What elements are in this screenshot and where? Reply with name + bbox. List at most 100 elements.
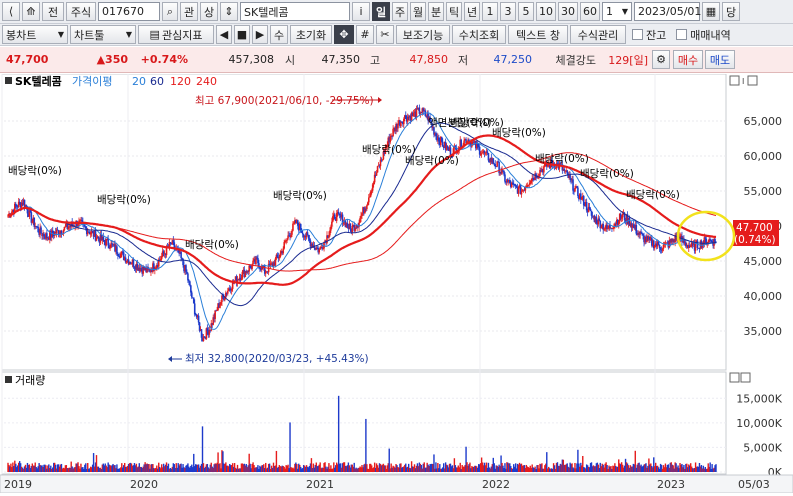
pane-log-toggle-icon[interactable]: I [742, 77, 744, 86]
fetch-button[interactable]: 당 [722, 2, 740, 21]
legend-ma120: 120 [170, 75, 191, 88]
balance-checkbox-box[interactable] [632, 29, 643, 40]
candle-body [520, 191, 523, 195]
candle-body [515, 186, 518, 188]
spin-arrows-icon[interactable]: ⇕ [220, 2, 238, 21]
market-select[interactable]: 주식 [66, 2, 96, 21]
volume-pane-close-icon[interactable] [740, 372, 751, 383]
interest-indicator-button[interactable]: ▤ 관심지표 [138, 25, 214, 44]
candle-body [479, 154, 482, 156]
candle-body [513, 184, 516, 186]
candle-body [95, 237, 98, 241]
info-button[interactable]: i [352, 2, 370, 21]
stock-name-input[interactable]: SK텔레콤 [240, 2, 350, 21]
candle-body [528, 183, 531, 186]
high-value: 47,850 [409, 53, 449, 66]
interval-1[interactable]: 1 [482, 2, 498, 21]
candle-body [415, 108, 418, 118]
period-tab-year[interactable]: 년 [464, 2, 480, 21]
aux-function-button[interactable]: 보조기능 [396, 25, 450, 44]
candle-body [503, 170, 505, 175]
history-checkbox-box[interactable] [676, 29, 688, 40]
legend-square-icon [5, 77, 12, 84]
candle-body [582, 196, 585, 206]
candle-body [381, 159, 384, 161]
candle-body [609, 225, 611, 229]
candle-chart-button[interactable]: 봉차트 ▼ [2, 25, 68, 44]
candle-body [14, 203, 17, 206]
candle-body [187, 273, 189, 281]
interval-10[interactable]: 10 [536, 2, 556, 21]
stop-icon[interactable]: ■ [234, 25, 250, 44]
volume-bar [289, 422, 291, 472]
buy-button[interactable]: 매수 [673, 50, 703, 69]
calendar-icon[interactable]: ▦ [702, 2, 720, 21]
candle-body [361, 213, 363, 216]
candle-body [17, 201, 20, 208]
open-value: 47,350 [321, 53, 361, 66]
sell-button[interactable]: 매도 [705, 50, 735, 69]
history-checkbox[interactable]: 매매내역 [676, 22, 731, 48]
y-tick-label: 40,000 [744, 290, 783, 303]
period-tab-minute[interactable]: 분 [428, 2, 444, 21]
scissors-icon[interactable]: ✂ [376, 25, 394, 44]
text-window-button[interactable]: 텍스트 창 [508, 25, 568, 44]
move-cross-icon[interactable]: ✥ [334, 25, 354, 44]
scroll-right-icon[interactable]: ▶ [252, 25, 268, 44]
candle-body [33, 217, 36, 227]
candle-body [576, 186, 578, 188]
candle-body [159, 259, 162, 260]
strength-label: 체결강도 [555, 53, 596, 67]
nav-arrow-left-icon[interactable]: ⟨ [2, 2, 20, 21]
y-tick-label: 35,000 [744, 325, 783, 338]
candle-body [585, 202, 588, 211]
pane-maximize-icon[interactable] [729, 75, 740, 86]
period-tab-day[interactable]: 일 [372, 2, 390, 21]
number-button[interactable]: 수 [270, 25, 288, 44]
settings-gear-icon[interactable]: ⚙ [652, 50, 670, 69]
candle-body [108, 245, 110, 249]
volume-value: 457,308 [228, 53, 275, 66]
chart-tools-button[interactable]: 차트툴 ▼ [70, 25, 136, 44]
candle-body [376, 166, 379, 173]
value-query-button[interactable]: 수치조회 [452, 25, 506, 44]
nav-up-icon[interactable]: ⟰ [22, 2, 40, 21]
candle-body [546, 165, 549, 167]
pane-close-icon[interactable] [747, 75, 758, 86]
formula-manage-button[interactable]: 수식관리 [570, 25, 626, 44]
prev-stock-button[interactable]: 상 [200, 2, 218, 21]
interval-select[interactable]: 1 ▼ [602, 2, 632, 21]
interval-3[interactable]: 3 [500, 2, 516, 21]
price-chart-svg[interactable]: 35,00040,00045,00050,00055,00060,00065,0… [0, 73, 793, 494]
reset-button[interactable]: 초기화 [290, 25, 332, 44]
lookup-button[interactable]: 관 [180, 2, 198, 21]
previous-button[interactable]: 전 [42, 2, 64, 21]
candle-body [338, 213, 341, 216]
chart-area[interactable]: 35,00040,00045,00050,00055,00060,00065,0… [0, 73, 793, 494]
candle-body [308, 238, 311, 241]
scroll-left-icon[interactable]: ◀ [216, 25, 232, 44]
candle-body [252, 260, 254, 265]
volume-pane-maximize-icon[interactable] [729, 372, 740, 383]
open-label: 시 [284, 53, 296, 67]
date-input[interactable]: 2023/05/01 [634, 2, 701, 21]
candle-body [517, 186, 520, 194]
current-price: 47,700 [6, 53, 49, 66]
period-tab-month[interactable]: 월 [410, 2, 426, 21]
low-value: 47,250 [493, 53, 533, 66]
split-label: 액면분할(0%) [428, 117, 492, 129]
interval-5[interactable]: 5 [518, 2, 534, 21]
interval-30[interactable]: 30 [558, 2, 578, 21]
balance-checkbox[interactable]: 잔고 [632, 22, 666, 48]
period-tab-week[interactable]: 주 [392, 2, 408, 21]
search-icon[interactable]: ⌕ [162, 2, 178, 21]
legend-ma60: 60 [150, 75, 164, 88]
chart-title: SK텔레콤 [15, 74, 62, 88]
period-tab-tick[interactable]: 틱 [446, 2, 462, 21]
hash-icon[interactable]: # [356, 25, 374, 44]
code-input[interactable]: 017670 [98, 2, 160, 21]
candle-body [621, 213, 624, 218]
candle-body [346, 222, 349, 227]
x-tick-label: 2022 [482, 478, 510, 491]
interval-60[interactable]: 60 [580, 2, 600, 21]
